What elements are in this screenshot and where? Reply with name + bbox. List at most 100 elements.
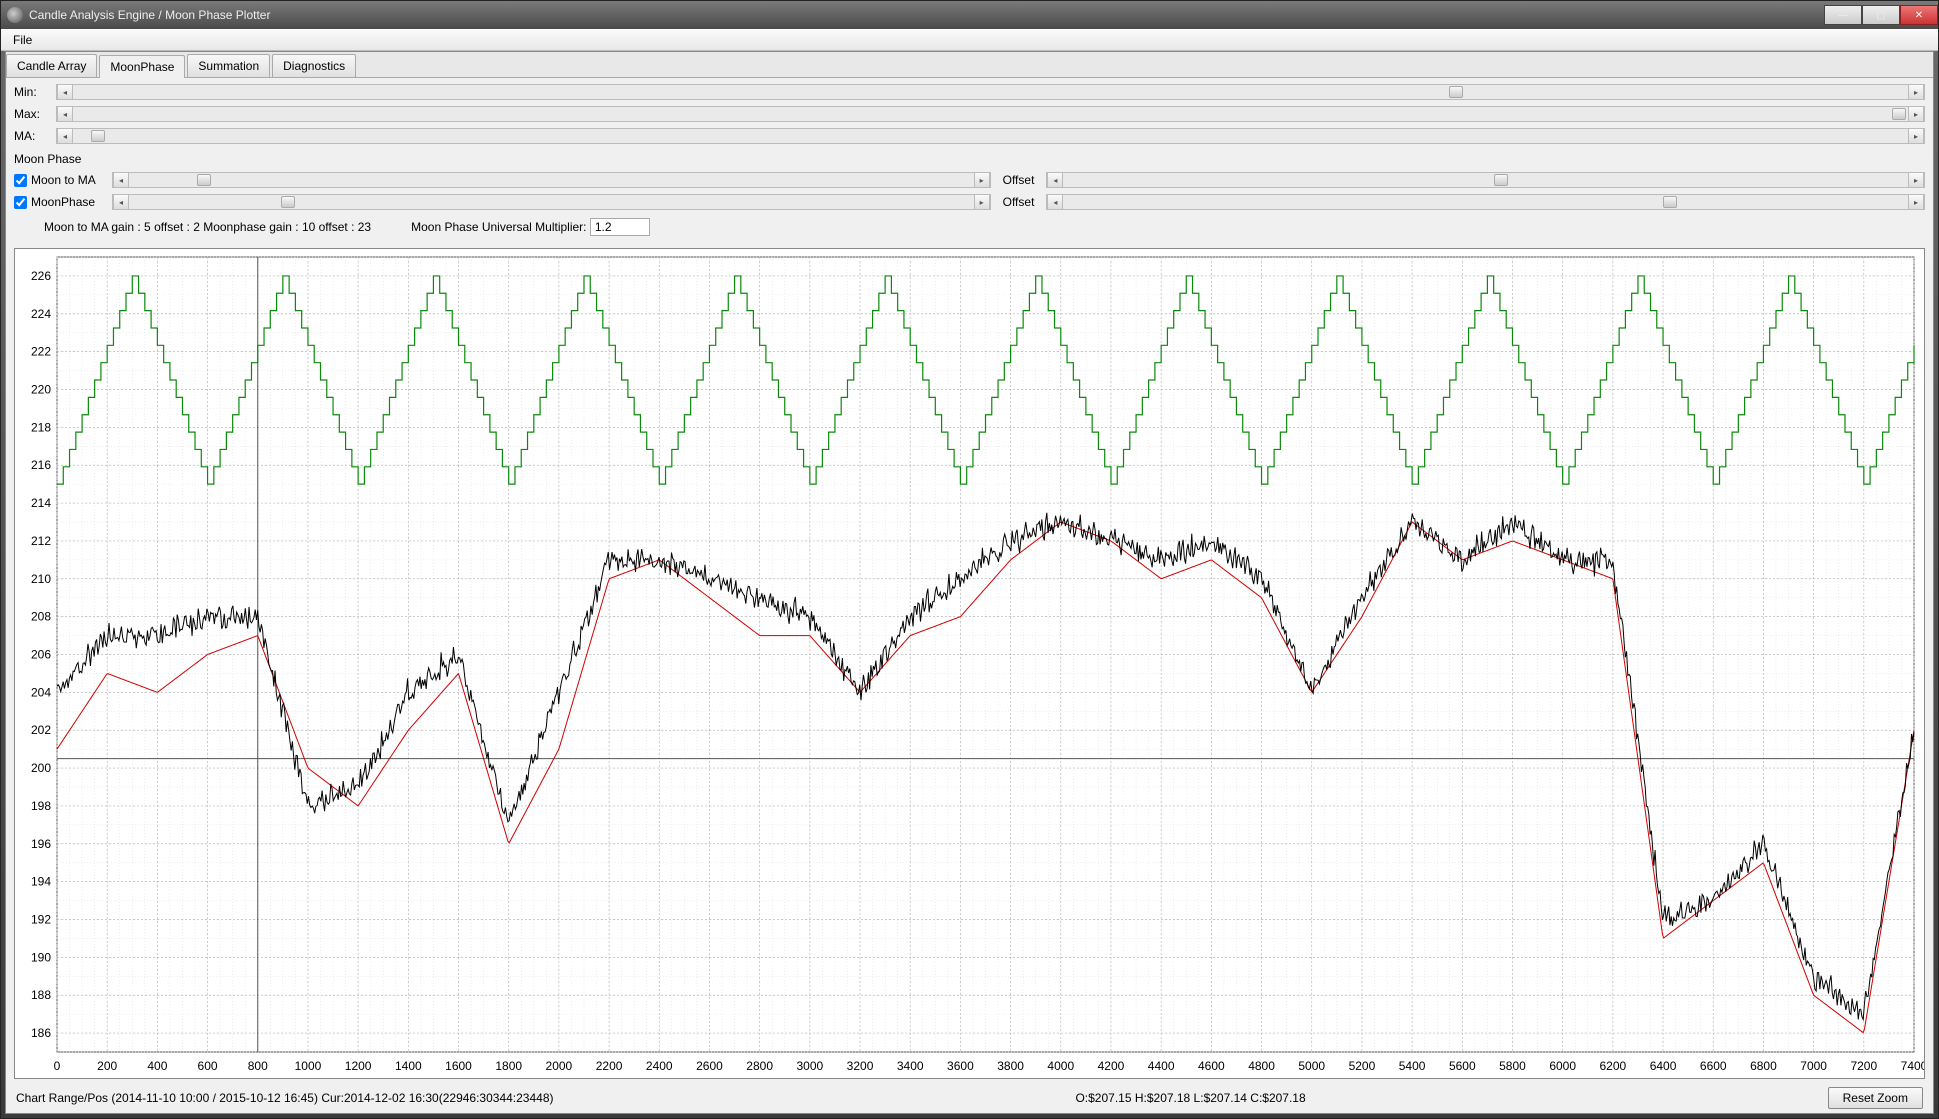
statusbar: Chart Range/Pos (2014-11-10 10:00 / 2015… (6, 1083, 1933, 1113)
offset-label-1: Offset (997, 173, 1041, 187)
tab-strip: Candle Array MoonPhase Summation Diagnos… (6, 52, 1933, 78)
params-text: Moon to MA gain : 5 offset : 2 Moonphase… (44, 220, 371, 234)
svg-text:7000: 7000 (1800, 1059, 1827, 1073)
svg-text:218: 218 (31, 420, 51, 434)
tab-summation[interactable]: Summation (187, 54, 270, 77)
app-icon (7, 7, 23, 23)
close-button[interactable]: ✕ (1900, 5, 1938, 25)
slider-thumb[interactable] (1663, 196, 1677, 208)
slider-thumb[interactable] (197, 174, 211, 186)
svg-text:222: 222 (31, 345, 51, 359)
svg-text:7200: 7200 (1850, 1059, 1877, 1073)
ma-slider[interactable]: ◂ ▸ (56, 128, 1925, 144)
svg-text:5800: 5800 (1499, 1059, 1526, 1073)
minimize-button[interactable]: — (1824, 5, 1862, 25)
slider-thumb[interactable] (91, 130, 105, 142)
moon-to-ma-check-input[interactable] (14, 174, 27, 187)
titlebar: Candle Analysis Engine / Moon Phase Plot… (1, 1, 1938, 29)
scroll-left-icon[interactable]: ◂ (113, 173, 129, 187)
svg-text:204: 204 (31, 685, 51, 699)
moonphase-offset-slider[interactable]: ◂ ▸ (1046, 194, 1925, 210)
svg-text:196: 196 (31, 837, 51, 851)
client-area: Candle Array MoonPhase Summation Diagnos… (5, 51, 1934, 1114)
svg-text:192: 192 (31, 913, 51, 927)
svg-text:200: 200 (97, 1059, 117, 1073)
svg-text:1400: 1400 (395, 1059, 422, 1073)
scroll-left-icon[interactable]: ◂ (57, 107, 73, 121)
svg-text:5400: 5400 (1399, 1059, 1426, 1073)
svg-text:4800: 4800 (1248, 1059, 1275, 1073)
tab-candle-array[interactable]: Candle Array (6, 54, 97, 77)
chart-svg[interactable]: 0200400600800100012001400160018002000220… (15, 249, 1924, 1078)
scroll-right-icon[interactable]: ▸ (1908, 195, 1924, 209)
svg-text:2600: 2600 (696, 1059, 723, 1073)
reset-zoom-button[interactable]: Reset Zoom (1828, 1087, 1923, 1109)
menu-file[interactable]: File (7, 31, 38, 49)
svg-text:224: 224 (31, 307, 51, 321)
window-title: Candle Analysis Engine / Moon Phase Plot… (29, 8, 270, 22)
svg-text:202: 202 (31, 723, 51, 737)
svg-text:1000: 1000 (295, 1059, 322, 1073)
moonphase-check-label: MoonPhase (31, 195, 95, 209)
svg-text:216: 216 (31, 458, 51, 472)
svg-text:4600: 4600 (1198, 1059, 1225, 1073)
svg-text:188: 188 (31, 988, 51, 1002)
slider-thumb[interactable] (1892, 108, 1906, 120)
svg-text:2800: 2800 (746, 1059, 773, 1073)
moon-to-ma-offset-slider[interactable]: ◂ ▸ (1046, 172, 1925, 188)
tab-moonphase[interactable]: MoonPhase (99, 55, 185, 78)
max-label: Max: (14, 107, 50, 121)
slider-thumb[interactable] (1449, 86, 1463, 98)
svg-text:3800: 3800 (997, 1059, 1024, 1073)
svg-text:2200: 2200 (596, 1059, 623, 1073)
svg-text:220: 220 (31, 383, 51, 397)
tab-diagnostics[interactable]: Diagnostics (272, 54, 356, 77)
scroll-left-icon[interactable]: ◂ (57, 85, 73, 99)
maximize-button[interactable]: ▢ (1862, 5, 1900, 25)
svg-text:6400: 6400 (1650, 1059, 1677, 1073)
multiplier-label: Moon Phase Universal Multiplier: (411, 220, 586, 234)
svg-text:7400: 7400 (1901, 1059, 1924, 1073)
scroll-right-icon[interactable]: ▸ (1908, 85, 1924, 99)
moonphase-checkbox[interactable]: MoonPhase (14, 195, 106, 209)
scroll-left-icon[interactable]: ◂ (1047, 195, 1063, 209)
svg-text:400: 400 (147, 1059, 167, 1073)
svg-text:214: 214 (31, 496, 51, 510)
scroll-right-icon[interactable]: ▸ (1908, 173, 1924, 187)
status-range-text: Chart Range/Pos (2014-11-10 10:00 / 2015… (16, 1091, 554, 1105)
svg-text:210: 210 (31, 572, 51, 586)
scroll-right-icon[interactable]: ▸ (974, 173, 990, 187)
svg-text:600: 600 (198, 1059, 218, 1073)
svg-text:3000: 3000 (796, 1059, 823, 1073)
scroll-left-icon[interactable]: ◂ (113, 195, 129, 209)
window-buttons: — ▢ ✕ (1824, 5, 1938, 25)
min-slider[interactable]: ◂ ▸ (56, 84, 1925, 100)
svg-text:5200: 5200 (1349, 1059, 1376, 1073)
svg-text:2000: 2000 (546, 1059, 573, 1073)
svg-text:0: 0 (54, 1059, 61, 1073)
svg-text:3400: 3400 (897, 1059, 924, 1073)
moon-to-ma-gain-slider[interactable]: ◂ ▸ (112, 172, 991, 188)
svg-text:6200: 6200 (1600, 1059, 1627, 1073)
max-slider[interactable]: ◂ ▸ (56, 106, 1925, 122)
multiplier-input[interactable] (590, 218, 650, 236)
scroll-right-icon[interactable]: ▸ (1908, 107, 1924, 121)
scroll-left-icon[interactable]: ◂ (1047, 173, 1063, 187)
svg-text:4000: 4000 (1047, 1059, 1074, 1073)
scroll-left-icon[interactable]: ◂ (57, 129, 73, 143)
status-ohlc-text: O:$207.15 H:$207.18 L:$207.14 C:$207.18 (1075, 1091, 1305, 1105)
chart-area[interactable]: 0200400600800100012001400160018002000220… (14, 248, 1925, 1079)
scroll-right-icon[interactable]: ▸ (974, 195, 990, 209)
moon-to-ma-checkbox[interactable]: Moon to MA (14, 173, 106, 187)
slider-thumb[interactable] (1494, 174, 1508, 186)
svg-text:208: 208 (31, 610, 51, 624)
moonphase-section-label: Moon Phase (14, 148, 1925, 168)
svg-text:4200: 4200 (1098, 1059, 1125, 1073)
svg-text:5600: 5600 (1449, 1059, 1476, 1073)
moonphase-gain-slider[interactable]: ◂ ▸ (112, 194, 991, 210)
moonphase-check-input[interactable] (14, 196, 27, 209)
scroll-right-icon[interactable]: ▸ (1908, 129, 1924, 143)
min-label: Min: (14, 85, 50, 99)
slider-thumb[interactable] (281, 196, 295, 208)
app-window: Candle Analysis Engine / Moon Phase Plot… (0, 0, 1939, 1119)
